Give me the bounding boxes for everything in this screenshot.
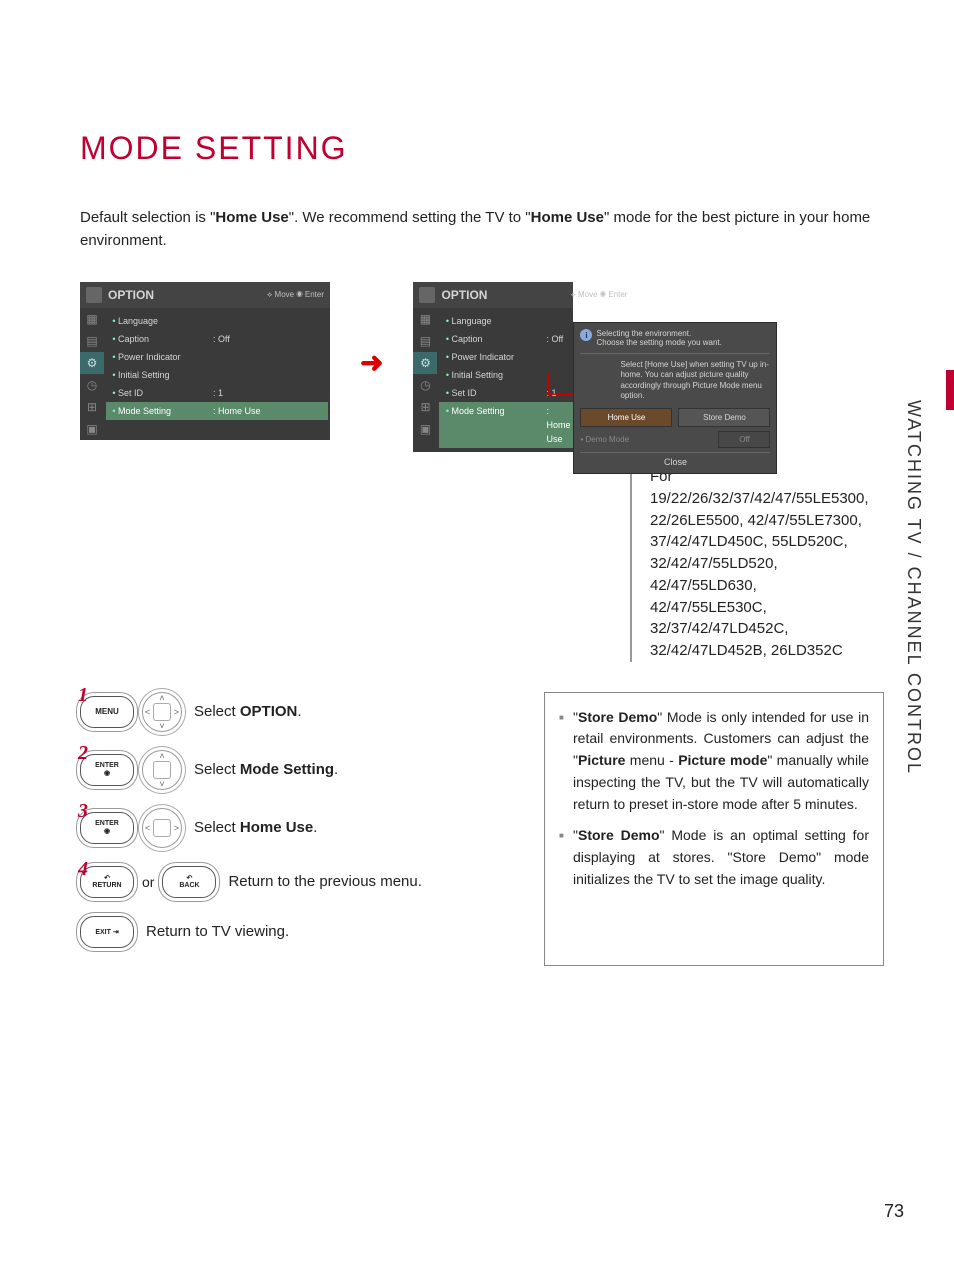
step-number: 4 [78,858,88,881]
step-4: 4 ↶RETURN or ↶BACK Return to the previou… [80,866,524,898]
remote-nav-pad: ˂˃ [142,808,182,848]
sidebar-icon: ▣ [80,418,104,440]
menu-row: •Set ID: 1 [439,384,574,402]
menu-items: •Language •Caption: Off •Power Indicator… [104,308,330,440]
popup-head-line1: Selecting the environment. [596,329,721,338]
menu-row: •Language [439,312,574,330]
popup-demo-label: • Demo Mode [580,435,712,444]
remote-exit-button: EXIT ⇥ [80,916,134,948]
menu-row: •Language [106,312,328,330]
popup-close-button[interactable]: Close [580,457,770,467]
menu-items: •Language •Caption: Off •Power Indicator… [437,308,576,452]
sidebar-icon: ◷ [413,374,437,396]
popup-note: Select [Home Use] when setting TV up in-… [580,360,770,402]
sidebar-icon: ▤ [80,330,104,352]
mode-popup: i Selecting the environment. Choose the … [573,322,777,474]
step-text: Select OPTION. [194,703,302,720]
menu-title: OPTION [108,288,267,302]
step-1: 1 MENU ˄˅˂˃ Select OPTION. [80,692,524,732]
menu-title: OPTION [441,288,510,302]
sidebar-icon: ◷ [80,374,104,396]
step-number: 1 [78,684,88,707]
menu-header: OPTION ⟡ Move ◉ Enter [80,282,330,308]
step-2: 2 ENTER◉ ˄˅ Select Mode Setting. [80,750,524,790]
remote-back-button: ↶BACK [162,866,216,898]
screenshot-row: OPTION ⟡ Move ◉ Enter ▦ ▤ ⚙ ◷ ⊞ ▣ •Langu… [80,282,884,452]
sidebar-icon: ▦ [413,308,437,330]
callout-line [548,394,573,395]
or-label: or [142,874,154,890]
intro-text: Default selection is "Home Use". We reco… [80,207,884,252]
step-text: Return to TV viewing. [146,923,289,940]
instruction-steps: 1 MENU ˄˅˂˃ Select OPTION. 2 ENTER◉ ˄˅ [80,692,524,966]
step-number: 2 [78,742,88,765]
option-menu-left: OPTION ⟡ Move ◉ Enter ▦ ▤ ⚙ ◷ ⊞ ▣ •Langu… [80,282,330,440]
page-number: 73 [884,1201,904,1222]
menu-row-selected: •Mode Setting: Home Use [106,402,328,420]
model-list: For 19/22/26/32/37/42/47/55LE5300, 22/26… [630,466,884,662]
step-3: 3 ENTER◉ ˂˃ Select Home Use. [80,808,524,848]
popup-home-use-button[interactable]: Home Use [580,408,672,427]
sidebar-icon-selected: ⚙ [80,352,104,374]
menu-sidebar: ▦ ▤ ⚙ ◷ ⊞ ▣ [413,308,437,452]
sidebar-icon: ▣ [413,418,437,440]
info-icon: i [580,329,592,341]
menu-row: •Set ID: 1 [106,384,328,402]
arrow-icon: ➜ [360,282,383,442]
note-item: "Store Demo" Mode is an optimal setting … [559,825,869,890]
menu-icon [86,287,102,303]
menu-sidebar: ▦ ▤ ⚙ ◷ ⊞ ▣ [80,308,104,440]
menu-row: •Initial Setting [439,366,574,384]
sidebar-icon: ⊞ [413,396,437,418]
sidebar-icon-selected: ⚙ [413,352,437,374]
menu-header: OPTION ⟡ Move ◉ Enter [413,282,573,308]
step-text: Return to the previous menu. [228,873,421,890]
menu-row: •Caption: Off [439,330,574,348]
popup-store-demo-button[interactable]: Store Demo [678,408,770,427]
page-title: MODE SETTING [80,130,884,167]
popup-demo-value: Off [718,431,770,448]
step-text: Select Mode Setting. [194,761,338,778]
remote-enter-button: ENTER◉ [80,812,134,844]
remote-nav-pad: ˄˅˂˃ [142,692,182,732]
option-menu-right-wrapper: OPTION ⟡ Move ◉ Enter ▦ ▤ ⚙ ◷ ⊞ ▣ •Langu… [413,282,753,452]
menu-hints: ⟡ Move ◉ Enter [267,290,324,300]
remote-enter-button: ENTER◉ [80,754,134,786]
notes-box: "Store Demo" Mode is only intended for u… [544,692,884,966]
menu-hints: ⟡ Move ◉ Enter [571,290,628,300]
menu-row: •Caption: Off [106,330,328,348]
option-menu-right: OPTION ⟡ Move ◉ Enter ▦ ▤ ⚙ ◷ ⊞ ▣ •Langu… [413,282,573,452]
remote-menu-button: MENU [80,696,134,728]
sidebar-icon: ⊞ [80,396,104,418]
step-number: 3 [78,800,88,823]
sidebar-icon: ▦ [80,308,104,330]
step-text: Select Home Use. [194,819,317,836]
step-exit: EXIT ⇥ Return to TV viewing. [80,916,524,948]
menu-icon [419,287,435,303]
menu-row: •Power Indicator [439,348,574,366]
remote-return-button: ↶RETURN [80,866,134,898]
menu-row-selected: •Mode Setting: Home Use [439,402,574,448]
note-item: "Store Demo" Mode is only intended for u… [559,707,869,815]
menu-row: •Power Indicator [106,348,328,366]
sidebar-icon: ▤ [413,330,437,352]
remote-nav-pad: ˄˅ [142,750,182,790]
menu-row: •Initial Setting [106,366,328,384]
popup-head-line2: Choose the setting mode you want. [596,338,721,347]
